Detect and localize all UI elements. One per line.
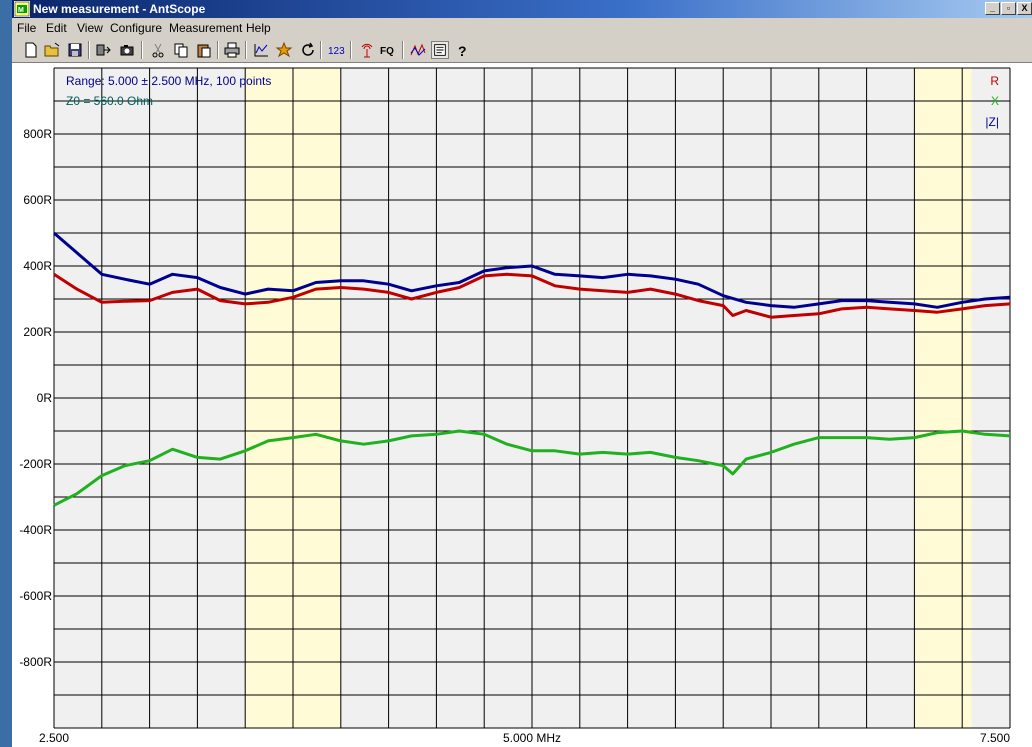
paste-icon[interactable] — [195, 41, 213, 59]
close-button[interactable]: X — [1017, 2, 1032, 15]
y-tick-label: -600R — [19, 589, 52, 603]
toolbar-separator — [88, 41, 90, 59]
multi-plot-icon[interactable] — [409, 41, 427, 59]
menu-measurement[interactable]: Measurement — [169, 21, 242, 35]
toolbar-separator — [320, 41, 322, 59]
menu-bar: File Edit View Configure Measurement Hel… — [12, 18, 1032, 38]
single-run-icon[interactable]: 123 — [328, 41, 346, 59]
legend-x: X — [991, 94, 999, 108]
z0-info: Z0 = 560.0 Ohm — [66, 94, 153, 108]
y-tick-label: 0R — [37, 391, 53, 405]
notes-icon[interactable] — [431, 41, 449, 59]
single-run-label: 123 — [328, 46, 345, 57]
impedance-plot[interactable]: 800R 600R 400R 200R 0R -200R -400R -600R -800R 2… — [12, 63, 1032, 747]
print-icon[interactable] — [223, 41, 241, 59]
frequency-label: FQ — [380, 46, 394, 57]
svg-text:M: M — [18, 7, 24, 14]
menu-configure[interactable]: Configure — [110, 21, 162, 35]
y-tick-label: -200R — [19, 457, 52, 471]
range-info: Range: 5.000 ± 2.500 MHz, 100 points — [66, 74, 271, 88]
y-tick-label: -400R — [19, 523, 52, 537]
minimize-button[interactable]: _ — [985, 2, 1000, 15]
toolbar-separator — [141, 41, 143, 59]
toolbar-separator — [350, 41, 352, 59]
menu-help[interactable]: Help — [246, 21, 271, 35]
y-tick-label: 600R — [23, 193, 52, 207]
toolbar-separator — [402, 41, 404, 59]
svg-text:?: ? — [458, 43, 467, 59]
app-window: M New measurement - AntScope _ ▫ X File … — [12, 0, 1032, 747]
smith-chart-icon[interactable] — [275, 41, 293, 59]
y-tick-label: 800R — [23, 127, 52, 141]
y-tick-label: 200R — [23, 325, 52, 339]
toolbar-separator — [217, 41, 219, 59]
title-bar[interactable]: M New measurement - AntScope _ ▫ X — [12, 0, 1032, 18]
window-title: New measurement - AntScope — [33, 2, 206, 16]
x-tick-label: 2.500 — [39, 731, 69, 745]
cut-icon[interactable] — [149, 41, 167, 59]
x-tick-label: 7.500 — [980, 731, 1010, 745]
save-icon[interactable] — [66, 41, 84, 59]
menu-edit[interactable]: Edit — [46, 21, 67, 35]
antenna-icon[interactable] — [358, 41, 376, 59]
help-icon[interactable]: ? — [454, 41, 472, 59]
y-tick-label: -800R — [19, 655, 52, 669]
legend-r: R — [990, 74, 999, 88]
frequency-icon[interactable]: FQ — [380, 41, 398, 59]
impedance-chart[interactable]: 800R 600R 400R 200R 0R -200R -400R -600R -800R 2… — [12, 63, 1032, 747]
menu-view[interactable]: View — [77, 21, 103, 35]
y-tick-label: 400R — [23, 259, 52, 273]
open-folder-icon[interactable] — [43, 41, 61, 59]
menu-file[interactable]: File — [17, 21, 36, 35]
antscope-app-icon: M — [14, 1, 30, 17]
export-icon[interactable] — [94, 41, 112, 59]
x-tick-label: 5.000 MHz — [503, 731, 561, 745]
new-icon[interactable] — [22, 41, 40, 59]
legend-z: |Z| — [985, 115, 999, 129]
toolbar-separator — [245, 41, 247, 59]
chart-icon[interactable] — [252, 41, 270, 59]
copy-icon[interactable] — [172, 41, 190, 59]
toolbar: 123 FQ ? — [12, 38, 1032, 63]
screenshot-icon[interactable] — [118, 41, 136, 59]
refresh-icon[interactable] — [299, 41, 317, 59]
restore-button[interactable]: ▫ — [1001, 2, 1016, 15]
